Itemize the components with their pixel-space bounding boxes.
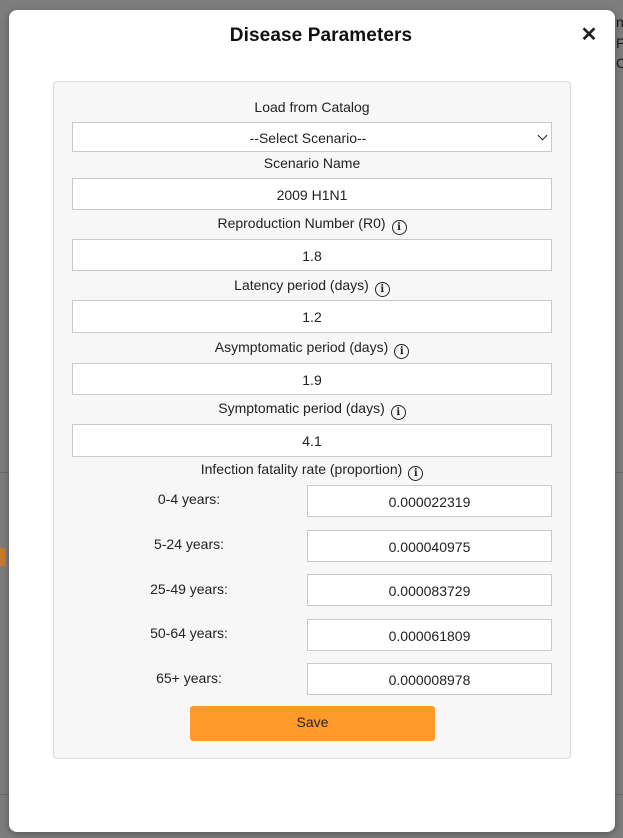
symptomatic-input[interactable]: 4.1: [72, 424, 552, 457]
r0-input[interactable]: 1.8: [72, 239, 552, 271]
scenario-select[interactable]: --Select Scenario--: [72, 122, 552, 152]
scenario-name-label: Scenario Name: [263, 155, 361, 171]
info-icon[interactable]: i: [374, 282, 390, 297]
modal-title: Disease Parameters: [229, 25, 413, 46]
info-icon[interactable]: i: [390, 405, 406, 420]
ifr-label-text: Infection fatality rate (proportion): [200, 461, 403, 477]
age-group-label: 5-24 years:: [153, 536, 225, 552]
ifr-input-50-64[interactable]: 0.000061809: [307, 619, 552, 651]
scenario-name-input[interactable]: 2009 H1N1: [72, 178, 552, 210]
latency-input[interactable]: 1.2: [72, 300, 552, 333]
latency-label: Latency period (days) i: [54, 276, 570, 297]
r0-label: Reproduction Number (R0) i: [54, 214, 570, 235]
age-group-label: 65+ years:: [156, 670, 222, 686]
ifr-label: Infection fatality rate (proportion) i: [54, 460, 570, 481]
info-icon[interactable]: i: [408, 466, 424, 481]
symptomatic-label-text: Symptomatic period (days): [218, 400, 385, 416]
r0-label-text: Reproduction Number (R0): [217, 215, 386, 231]
catalog-label: Load from Catalog: [254, 99, 370, 115]
symptomatic-label: Symptomatic period (days) i: [54, 399, 570, 420]
background-text: C: [616, 55, 623, 71]
ifr-input-65-plus[interactable]: 0.000008978: [307, 663, 552, 695]
background-orange-tab: [0, 548, 6, 566]
asymptomatic-label-text: Asymptomatic period (days): [214, 339, 389, 355]
save-button[interactable]: Save: [190, 706, 435, 741]
ifr-input-5-24[interactable]: 0.000040975: [307, 530, 552, 562]
close-icon[interactable]: ✕: [579, 24, 599, 46]
parameters-form: Load from Catalog --Select Scenario-- Sc…: [53, 81, 571, 759]
disease-parameters-modal: Disease Parameters ✕ Load from Catalog -…: [9, 10, 615, 832]
scenario-select-value: --Select Scenario--: [249, 130, 367, 146]
info-icon[interactable]: i: [391, 220, 407, 235]
age-group-label: 25-49 years:: [150, 581, 228, 597]
ifr-input-0-4[interactable]: 0.000022319: [307, 485, 552, 517]
age-group-label: 50-64 years:: [150, 625, 228, 641]
info-icon[interactable]: i: [394, 344, 410, 359]
ifr-input-25-49[interactable]: 0.000083729: [307, 574, 552, 606]
asymptomatic-input[interactable]: 1.9: [72, 363, 552, 395]
age-group-label: 0-4 years:: [157, 491, 221, 507]
chevron-down-icon: [537, 130, 548, 141]
asymptomatic-label: Asymptomatic period (days) i: [54, 338, 570, 359]
latency-label-text: Latency period (days): [234, 277, 369, 293]
